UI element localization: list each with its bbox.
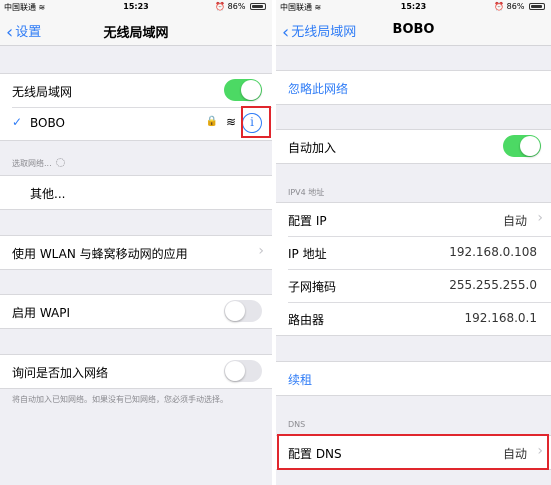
- forget-network-label: 忽略此网络: [288, 82, 349, 96]
- auto-join-label: 自动加入: [288, 141, 337, 155]
- auto-join-switch[interactable]: [503, 135, 541, 157]
- ipv4-group: 配置 IP 自动 › IP 地址 192.168.0.108 子网掩码 255.…: [276, 202, 551, 336]
- nav-bar: ‹ 设置 无线局域网: [0, 14, 272, 46]
- router-row: 路由器 192.168.0.1: [276, 302, 551, 335]
- nav-bar: ‹ 无线局域网 BOBO: [276, 14, 551, 46]
- subnet-mask-row: 子网掩码 255.255.255.0: [276, 269, 551, 302]
- lock-icon: 🔒: [205, 116, 218, 127]
- status-bar: 中国联通 ≋ 15:23 ⏰ 86%: [276, 0, 551, 14]
- configure-ip-row[interactable]: 配置 IP 自动 ›: [276, 203, 551, 236]
- auto-join-row: 自动加入: [276, 130, 551, 163]
- highlight-box-info: [241, 106, 271, 138]
- ask-join-group: 询问是否加入网络: [0, 354, 272, 389]
- battery-percent: 86%: [506, 2, 525, 11]
- wlan-toggle-row: 无线局域网: [0, 74, 272, 107]
- chevron-right-icon: ›: [258, 243, 264, 259]
- wapi-switch[interactable]: [224, 300, 262, 322]
- ipv4-header: IPV4 地址: [288, 188, 325, 197]
- auto-join-group: 自动加入: [276, 129, 551, 164]
- renew-lease-label: 续租: [288, 373, 313, 387]
- ask-join-row: 询问是否加入网络: [0, 355, 272, 388]
- battery-percent: 86%: [227, 2, 246, 11]
- alarm-icon: ⏰: [215, 2, 226, 11]
- dns-header: DNS: [288, 420, 306, 429]
- apps-label: 使用 WLAN 与蜂窝移动网的应用: [12, 247, 188, 261]
- page-title: BOBO: [392, 22, 435, 37]
- network-detail-pane: 中国联通 ≋ 15:23 ⏰ 86% ‹ 无线局域网 BOBO 忽略此网络 自动加…: [276, 0, 551, 485]
- ipv4-label: 子网掩码: [288, 280, 337, 294]
- battery-icon: [529, 3, 545, 10]
- current-network-row[interactable]: ✓ BOBO 🔒 ≋ i: [0, 107, 272, 140]
- wlan-switch[interactable]: [224, 79, 262, 101]
- ipv4-value: 192.168.0.108: [449, 245, 537, 259]
- choose-network-header: 选取网络...: [12, 158, 65, 169]
- ipv4-value: 255.255.255.0: [449, 278, 537, 292]
- battery-icon: [250, 3, 266, 10]
- wifi-settings-pane: 中国联通 ≋ 15:23 ⏰ 86% ‹ 设置 无线局域网 无线局域网 ✓ BOB…: [0, 0, 272, 485]
- ipv4-label: 路由器: [288, 313, 325, 327]
- chevron-right-icon: ›: [537, 210, 543, 226]
- alarm-icon: ⏰: [494, 2, 505, 11]
- wapi-label: 启用 WAPI: [12, 306, 71, 320]
- ipv4-value: 192.168.0.1: [464, 311, 537, 325]
- ipv4-label: 配置 IP: [288, 214, 327, 228]
- ipv4-value: 自动: [502, 214, 527, 228]
- renew-lease-row[interactable]: 续租: [276, 362, 551, 395]
- wapi-row: 启用 WAPI: [0, 295, 272, 328]
- ask-join-footnote: 将自动加入已知网络。如果没有已知网络，您必须手动选择。: [12, 395, 228, 404]
- apps-row[interactable]: 使用 WLAN 与蜂窝移动网的应用 ›: [0, 236, 272, 269]
- apps-group: 使用 WLAN 与蜂窝移动网的应用 ›: [0, 235, 272, 270]
- wifi-icon: ≋: [225, 115, 236, 129]
- spinner-icon: [55, 158, 65, 167]
- wlan-label: 无线局域网: [12, 85, 73, 99]
- highlight-box-dns: [277, 434, 549, 470]
- checkmark-icon: ✓: [12, 115, 23, 129]
- ask-join-switch[interactable]: [224, 360, 262, 382]
- status-bar: 中国联通 ≋ 15:23 ⏰ 86%: [0, 0, 272, 14]
- other-group: 其他...: [0, 175, 272, 210]
- status-right: ⏰ 86%: [494, 2, 545, 11]
- wapi-group: 启用 WAPI: [0, 294, 272, 329]
- page-title: 无线局域网: [103, 26, 169, 41]
- network-name: BOBO: [30, 116, 65, 130]
- status-right: ⏰ 86%: [215, 2, 266, 11]
- wlan-group: 无线局域网 ✓ BOBO 🔒 ≋ i: [0, 73, 272, 141]
- ask-join-label: 询问是否加入网络: [12, 366, 109, 380]
- forget-group: 忽略此网络: [276, 70, 551, 105]
- other-label: 其他...: [30, 187, 66, 201]
- ip-address-row: IP 地址 192.168.0.108: [276, 236, 551, 269]
- ipv4-label: IP 地址: [288, 247, 327, 261]
- renew-group: 续租: [276, 361, 551, 396]
- other-network-row[interactable]: 其他...: [0, 176, 272, 209]
- forget-network-row[interactable]: 忽略此网络: [276, 71, 551, 104]
